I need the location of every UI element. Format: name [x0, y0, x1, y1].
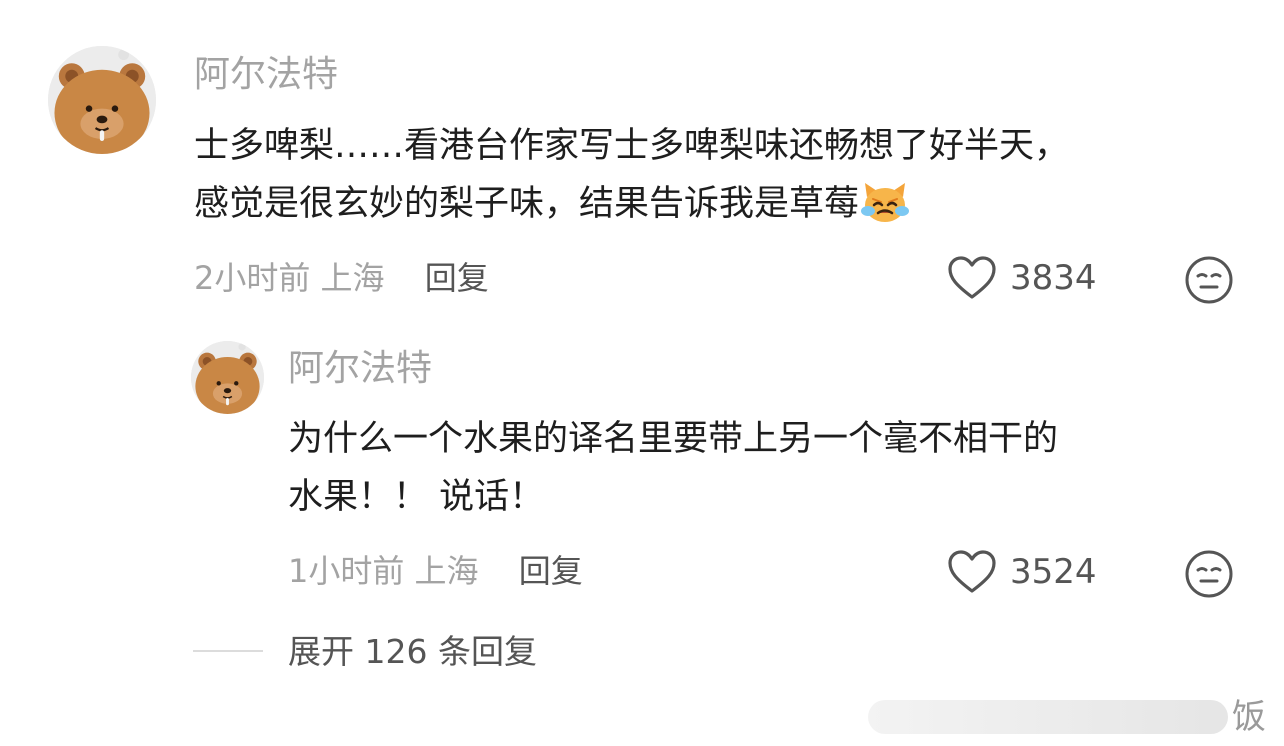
- reply-meta: 1小时前 上海 回复: [288, 551, 583, 591]
- like-button[interactable]: 3834: [946, 254, 1097, 302]
- bear-avatar-image: [48, 46, 156, 154]
- comment-time: 2小时前: [194, 259, 311, 297]
- watermark-text: 饭: [1232, 697, 1266, 737]
- reply-user-avatar[interactable]: [191, 341, 264, 414]
- comment-text-line: 感觉是很玄妙的梨子味，结果告诉我是草莓: [194, 184, 860, 224]
- comment-thread: 阿尔法特 士多啤梨……看港台作家写士多啤梨味还畅想了好半天， 感觉是很玄妙的梨子…: [0, 0, 1284, 746]
- reply-like-button[interactable]: 3524: [946, 548, 1097, 596]
- comment-location: 上海: [320, 259, 385, 297]
- user-avatar[interactable]: [48, 46, 156, 154]
- reply-like-count: 3524: [1010, 552, 1097, 592]
- reply-button[interactable]: 回复: [425, 259, 489, 297]
- comment-username[interactable]: 阿尔法特: [194, 53, 338, 97]
- comment-text-line: 士多啤梨……看港台作家写士多啤梨味还畅想了好半天，: [194, 126, 1070, 166]
- reply-time: 1小时前: [288, 552, 405, 590]
- watermark: 饭: [868, 691, 1278, 743]
- comment-meta: 2小时前 上海 回复: [194, 258, 489, 298]
- like-count: 3834: [1010, 258, 1097, 298]
- expand-replies-button[interactable]: 展开 126 条回复: [288, 631, 537, 673]
- watermark-bar: [868, 700, 1228, 734]
- comment-body: 士多啤梨……看港台作家写士多啤梨味还畅想了好半天， 感觉是很玄妙的梨子味，结果告…: [194, 117, 1069, 233]
- neutral-face-icon[interactable]: [1184, 255, 1234, 305]
- reply-text-line: 为什么一个水果的译名里要带上另一个毫不相干的: [288, 419, 1059, 459]
- reply-text-line: 水果！！ 说话！: [288, 477, 545, 517]
- bear-avatar-image: [191, 341, 264, 414]
- crying-cat-emoji-icon: [861, 181, 910, 223]
- reply-body: 为什么一个水果的译名里要带上另一个毫不相干的 水果！！ 说话！: [288, 410, 1058, 526]
- comment-text-line-2: 感觉是很玄妙的梨子味，结果告诉我是草莓: [194, 175, 1069, 233]
- heart-icon[interactable]: [946, 548, 998, 596]
- reply-username[interactable]: 阿尔法特: [288, 347, 432, 391]
- neutral-face-icon[interactable]: [1184, 549, 1234, 599]
- reply-button[interactable]: 回复: [519, 552, 583, 590]
- expand-divider: [193, 650, 263, 652]
- reply-location: 上海: [414, 552, 479, 590]
- heart-icon[interactable]: [946, 254, 998, 302]
